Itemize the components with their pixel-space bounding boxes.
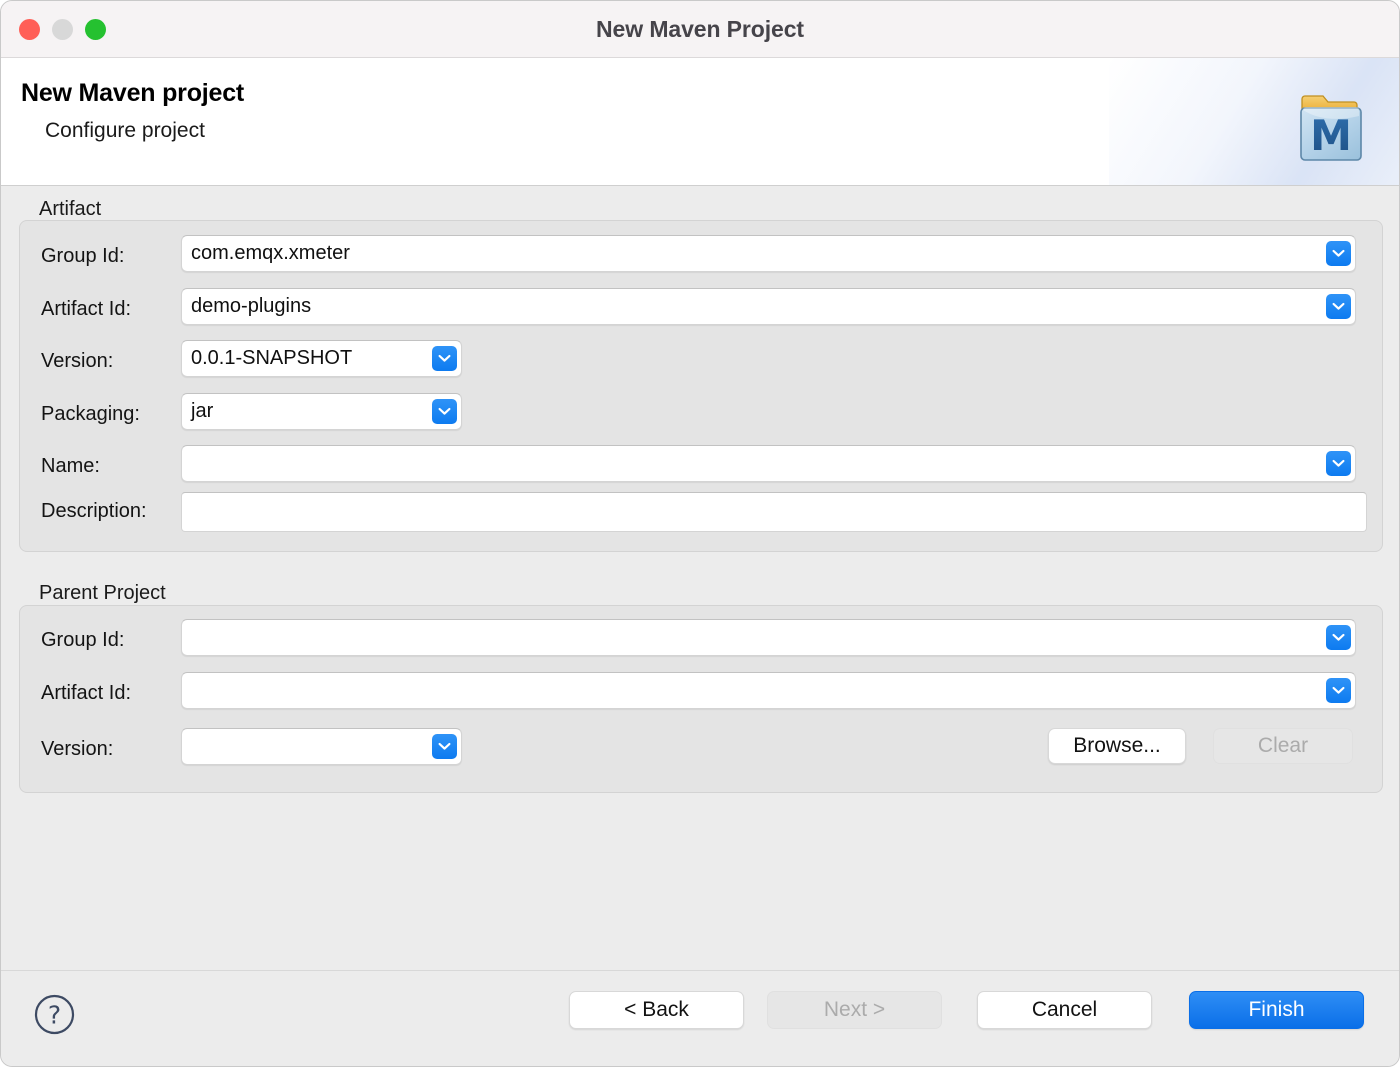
chevron-down-icon[interactable]: [432, 346, 457, 371]
parent-artifact-id-input[interactable]: [181, 672, 1356, 709]
back-button[interactable]: < Back: [569, 991, 744, 1029]
artifact-description-input[interactable]: [181, 492, 1367, 532]
artifact-artifact-id-label: Artifact Id:: [41, 298, 131, 321]
window-title: New Maven Project: [1, 16, 1399, 43]
wizard-footer: ? < Back Next > Cancel Finish: [1, 970, 1399, 1066]
cancel-button[interactable]: Cancel: [977, 991, 1152, 1029]
wizard-header: New Maven project Configure project: [1, 58, 1399, 186]
wizard-body: Artifact Group Id: com.emqx.xmeter Artif…: [1, 186, 1399, 1010]
svg-text:M: M: [1310, 111, 1352, 160]
artifact-group-title: Artifact: [39, 198, 101, 221]
parent-group-id-label: Group Id:: [41, 629, 124, 652]
artifact-artifact-id-value: demo-plugins: [182, 295, 1326, 318]
parent-project-group-title: Parent Project: [39, 582, 166, 605]
browse-button[interactable]: Browse...: [1048, 728, 1186, 764]
artifact-packaging-input[interactable]: jar: [181, 393, 462, 430]
artifact-artifact-id-input[interactable]: demo-plugins: [181, 288, 1356, 325]
artifact-packaging-value: jar: [182, 400, 432, 423]
artifact-version-value: 0.0.1-SNAPSHOT: [182, 347, 432, 370]
next-button[interactable]: Next >: [767, 991, 942, 1029]
artifact-description-label: Description:: [41, 500, 147, 523]
chevron-down-icon[interactable]: [1326, 451, 1351, 476]
artifact-group-id-value: com.emqx.xmeter: [182, 242, 1326, 265]
chevron-down-icon[interactable]: [1326, 294, 1351, 319]
artifact-group-id-input[interactable]: com.emqx.xmeter: [181, 235, 1356, 272]
artifact-description-value: [182, 493, 1366, 500]
parent-artifact-id-label: Artifact Id:: [41, 682, 131, 705]
artifact-name-input[interactable]: [181, 445, 1356, 482]
clear-button[interactable]: Clear: [1213, 728, 1353, 764]
finish-button[interactable]: Finish: [1189, 991, 1364, 1029]
page-title: New Maven project: [21, 79, 244, 108]
svg-text:?: ?: [48, 1001, 61, 1030]
parent-group-id-input[interactable]: [181, 619, 1356, 656]
chevron-down-icon[interactable]: [432, 399, 457, 424]
traffic-light-group: [19, 19, 106, 40]
zoom-button[interactable]: [85, 19, 106, 40]
artifact-version-input[interactable]: 0.0.1-SNAPSHOT: [181, 340, 462, 377]
maven-folder-icon: M: [1285, 80, 1377, 172]
artifact-group-id-label: Group Id:: [41, 245, 124, 268]
artifact-name-label: Name:: [41, 455, 100, 478]
window-titlebar: New Maven Project: [1, 1, 1399, 58]
artifact-packaging-label: Packaging:: [41, 403, 140, 426]
close-button[interactable]: [19, 19, 40, 40]
parent-version-input[interactable]: [181, 728, 462, 765]
page-subtitle: Configure project: [45, 119, 205, 143]
chevron-down-icon[interactable]: [1326, 241, 1351, 266]
chevron-down-icon[interactable]: [432, 734, 457, 759]
chevron-down-icon[interactable]: [1326, 678, 1351, 703]
parent-version-label: Version:: [41, 738, 113, 761]
artifact-version-label: Version:: [41, 350, 113, 373]
chevron-down-icon[interactable]: [1326, 625, 1351, 650]
new-maven-project-window: New Maven Project New Maven project Conf…: [0, 0, 1400, 1067]
help-question-icon[interactable]: ?: [34, 994, 75, 1035]
minimize-button[interactable]: [52, 19, 73, 40]
